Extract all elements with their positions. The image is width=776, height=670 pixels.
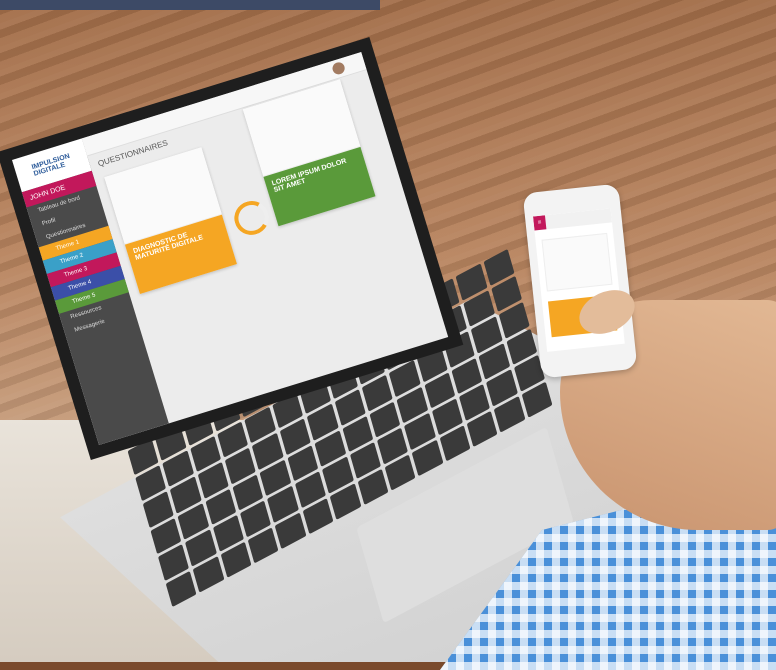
questionnaire-card-1[interactable]: DIAGNOSTIC DE MATURITÉ DIGITALE — [104, 147, 237, 295]
progress-ring — [230, 196, 273, 240]
photo-scene: IMPULSION DIGITALE JOHN DOE Tableau de b… — [0, 0, 776, 670]
smartphone: ≡ — [522, 183, 638, 379]
avatar[interactable] — [331, 60, 347, 76]
logo-text: IMPULSION DIGITALE — [30, 152, 71, 178]
phone-card-preview — [541, 232, 613, 292]
phone-topbar: ≡ — [533, 208, 613, 231]
top-banner-strip — [0, 0, 380, 10]
menu-icon[interactable]: ≡ — [533, 215, 547, 231]
